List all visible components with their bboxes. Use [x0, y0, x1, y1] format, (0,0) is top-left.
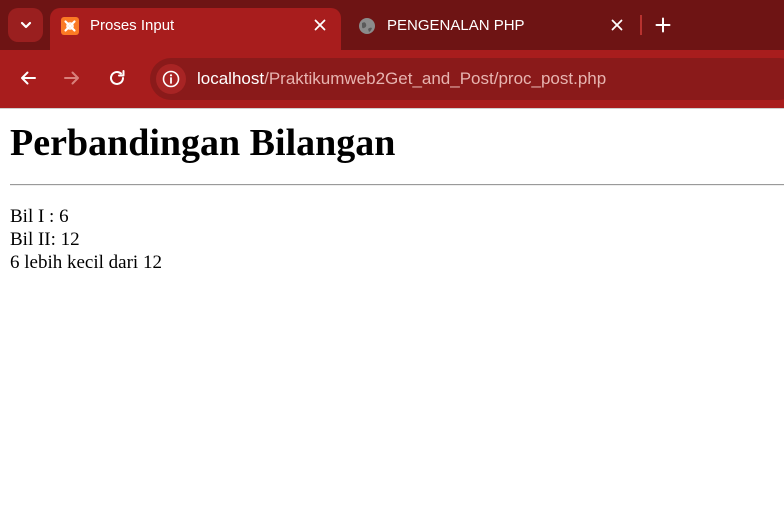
reload-button[interactable]	[102, 63, 132, 93]
url-text[interactable]: localhost/Praktikumweb2Get_and_Post/proc…	[197, 69, 606, 89]
close-tab-button[interactable]	[605, 13, 629, 37]
bil-ii-line: Bil II: 12	[10, 229, 80, 250]
page-heading: Perbandingan Bilangan	[10, 122, 396, 164]
reload-icon	[110, 70, 125, 85]
chevron-down-icon	[20, 21, 31, 29]
tab-proses-input[interactable]: Proses Input	[50, 8, 341, 50]
page-content: Perbandingan Bilangan Bil I : 6 Bil II: …	[0, 109, 784, 505]
close-icon	[314, 19, 326, 31]
site-info-button[interactable]	[156, 64, 186, 94]
globe-icon	[359, 18, 375, 34]
bil-i-line: Bil I : 6	[10, 206, 69, 227]
tab-search-button[interactable]	[8, 8, 43, 42]
plus-icon	[655, 17, 671, 33]
new-tab-button[interactable]	[648, 10, 678, 40]
tab-title: Proses Input	[90, 17, 175, 34]
address-bar[interactable]: localhost/Praktikumweb2Get_and_Post/proc…	[150, 58, 784, 100]
tab-divider	[640, 15, 642, 35]
tab-pengenalan-php[interactable]: PENGENALAN PHP	[350, 8, 635, 50]
comparison-result: 6 lebih kecil dari 12	[10, 252, 162, 273]
xampp-icon	[61, 17, 79, 35]
horizontal-rule	[10, 184, 784, 186]
close-tab-button[interactable]	[308, 13, 332, 37]
arrow-right-icon	[64, 71, 79, 85]
back-button[interactable]	[13, 63, 43, 93]
info-icon	[162, 70, 180, 88]
browser-toolbar: localhost/Praktikumweb2Get_and_Post/proc…	[0, 50, 784, 108]
url-path: /Praktikumweb2Get_and_Post/proc_post.php	[264, 69, 607, 88]
url-host: localhost	[197, 69, 265, 88]
close-icon	[611, 19, 623, 31]
tab-title: PENGENALAN PHP	[387, 17, 525, 34]
tab-strip: Proses Input PENGENALAN PHP	[0, 0, 784, 50]
forward-button[interactable]	[57, 63, 87, 93]
arrow-left-icon	[21, 71, 36, 85]
